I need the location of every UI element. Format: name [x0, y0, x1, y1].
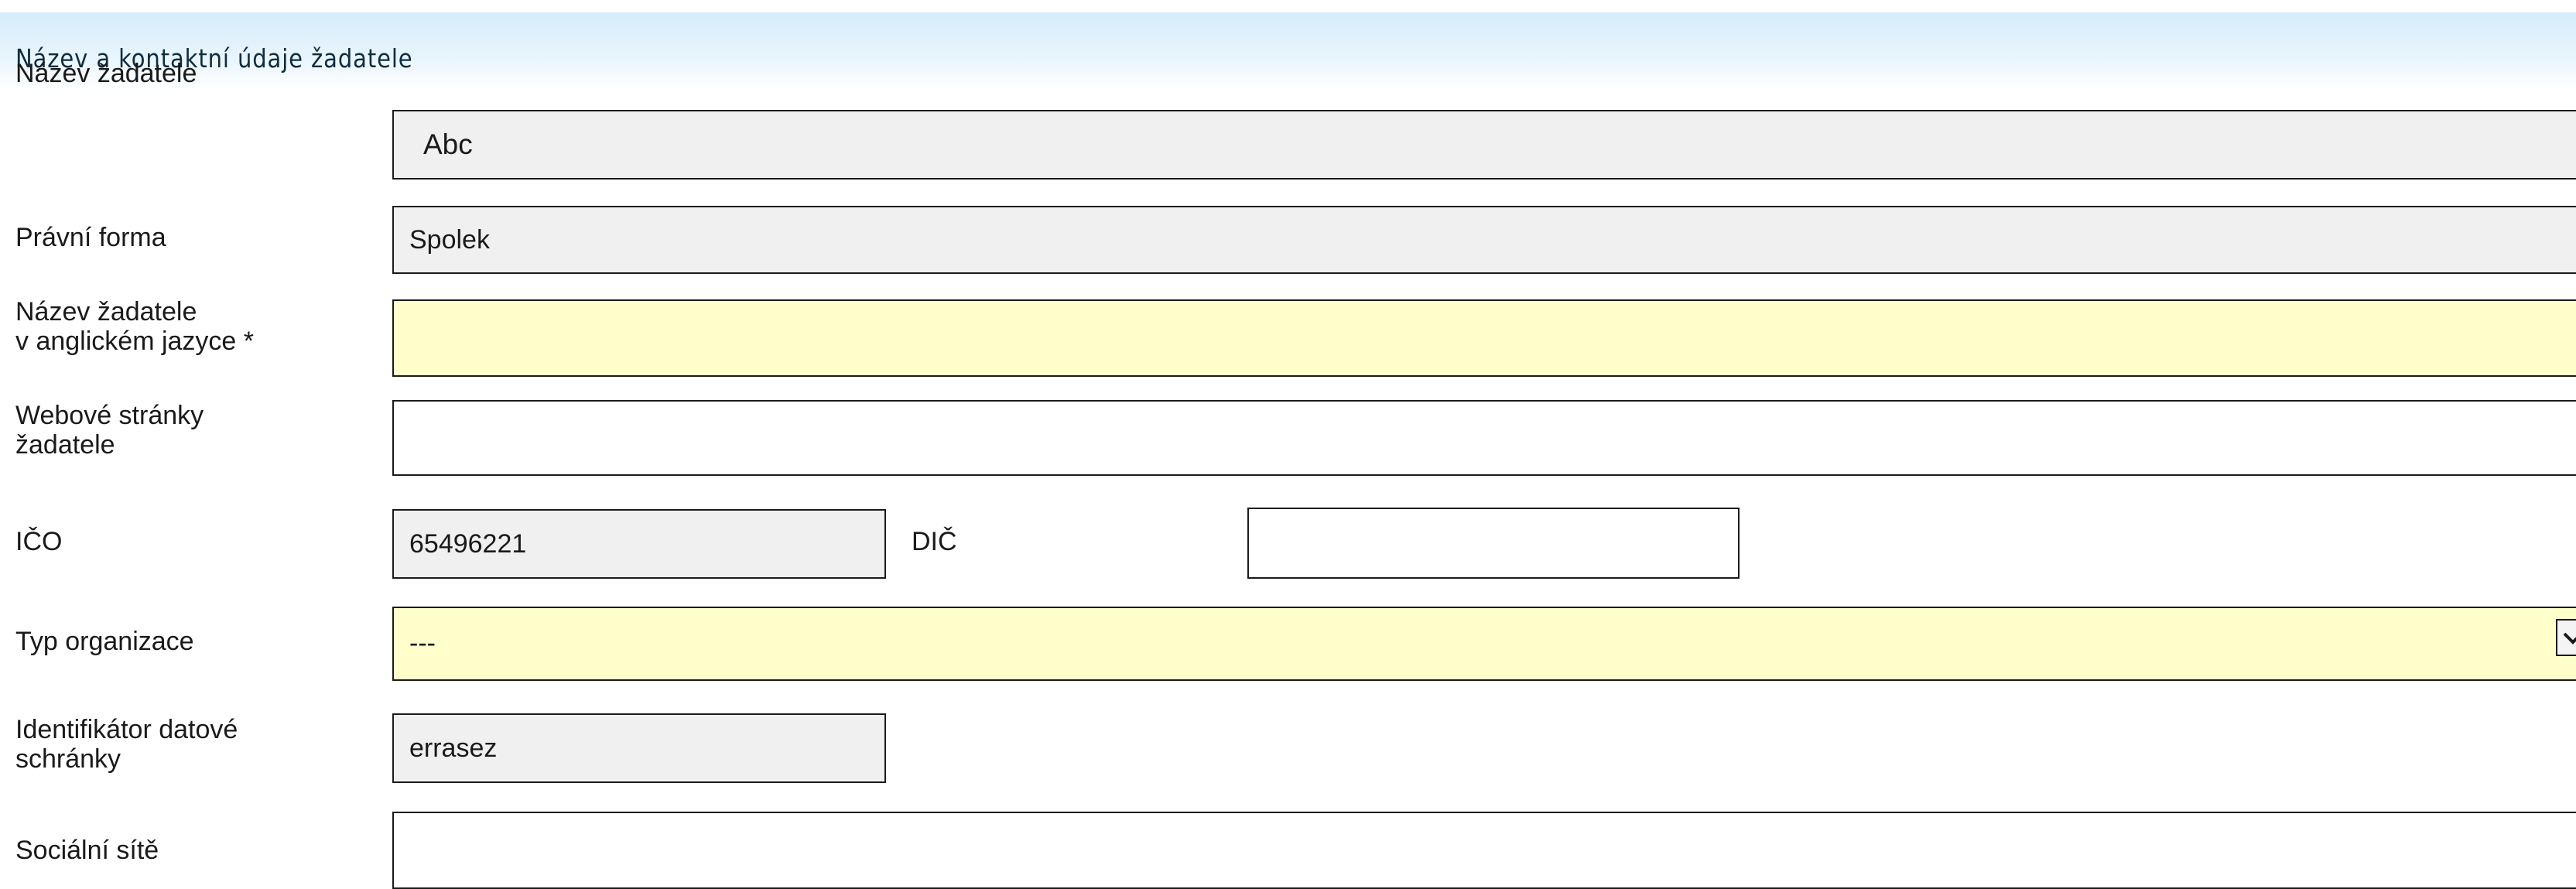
website-label: Webové stránky žadatele	[15, 401, 204, 460]
ico-label: IČO	[15, 527, 63, 556]
organization-type-dropdown-button[interactable]	[2556, 619, 2576, 656]
social-networks-field[interactable]	[392, 812, 2576, 889]
organization-type-select[interactable]: ---	[392, 607, 2576, 681]
data-box-id-label-line1: Identifikátor datové	[15, 715, 238, 744]
dic-field[interactable]	[1247, 508, 1740, 579]
ico-field[interactable]	[392, 509, 886, 579]
website-field[interactable]	[392, 400, 2576, 476]
data-box-id-field[interactable]	[392, 713, 886, 783]
legal-form-label: Právní forma	[15, 223, 166, 252]
applicant-name-en-label: Název žadatele v anglickém jazyce *	[15, 297, 254, 356]
chevron-down-icon	[2563, 632, 2576, 645]
applicant-name-field[interactable]	[392, 110, 2576, 180]
applicant-name-en-label-line1: Název žadatele	[15, 297, 197, 327]
section-header: Název a kontaktní údaje žadatele	[0, 12, 2576, 90]
data-box-id-label-line2: schránky	[15, 744, 121, 774]
website-label-line2: žadatele	[15, 430, 115, 460]
legal-form-field[interactable]	[392, 206, 2576, 274]
applicant-name-en-label-line2: v anglickém jazyce *	[15, 327, 255, 356]
applicant-name-label: Název žadatele	[15, 59, 197, 88]
dic-label: DIČ	[912, 527, 957, 556]
applicant-name-en-field[interactable]	[392, 299, 2576, 377]
data-box-id-label: Identifikátor datové schránky	[15, 715, 238, 774]
social-networks-label: Sociální sítě	[15, 836, 159, 865]
website-label-line1: Webové stránky	[15, 401, 204, 430]
organization-type-label: Typ organizace	[15, 627, 194, 656]
organization-type-selected: ---	[409, 628, 436, 658]
